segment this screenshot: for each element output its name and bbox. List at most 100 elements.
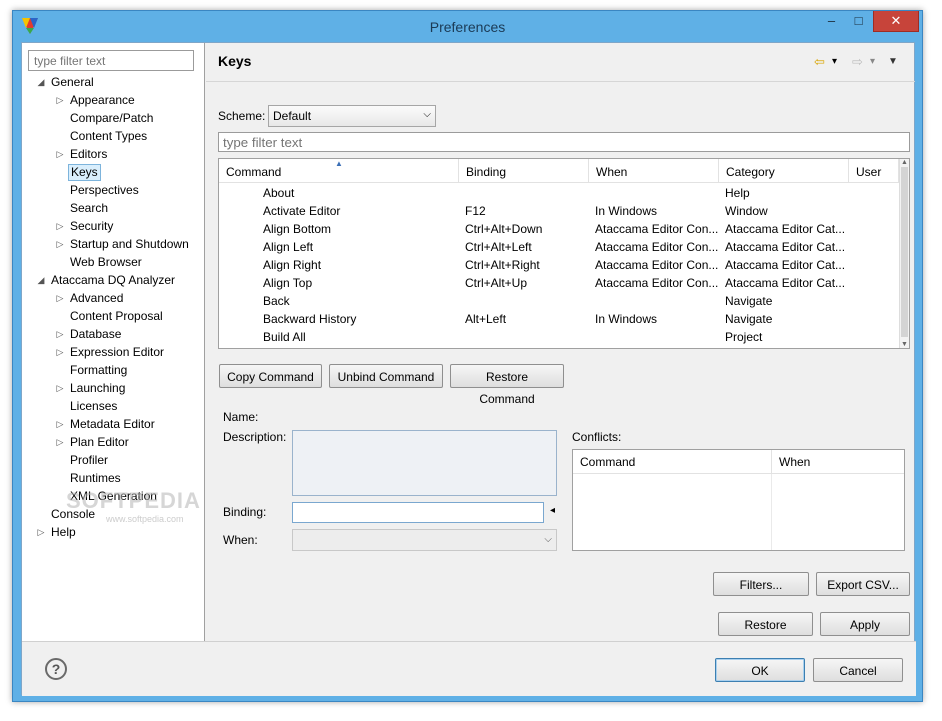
- tree-item-label: Perspectives: [70, 183, 139, 197]
- dialog-client-area: ◢ General ▷ Appearance Compare/Patch Content …: [21, 42, 916, 696]
- tree-item[interactable]: Content Types: [22, 128, 205, 145]
- filters-button[interactable]: Filters...: [713, 572, 809, 596]
- ok-button[interactable]: OK: [715, 658, 805, 682]
- cell-binding: F12: [465, 204, 486, 218]
- expand-toggle-icon[interactable]: ▷: [55, 92, 65, 109]
- tree-item[interactable]: Content Proposal: [22, 308, 205, 325]
- apply-button[interactable]: Apply: [820, 612, 910, 636]
- tree-item[interactable]: Search: [22, 200, 205, 217]
- scroll-thumb[interactable]: [901, 167, 908, 337]
- cell-category: Help: [725, 186, 750, 200]
- table-row[interactable]: Build All Project: [219, 328, 899, 346]
- conflicts-table[interactable]: Command When: [572, 449, 905, 551]
- cell-category: Navigate: [725, 312, 773, 326]
- table-row[interactable]: Align Bottom Ctrl+Alt+Down Ataccama Editor…: [219, 220, 899, 238]
- tree-item[interactable]: ▷ Launching: [22, 380, 205, 397]
- forward-menu-icon[interactable]: ▾: [870, 55, 875, 69]
- tree-item[interactable]: Perspectives: [22, 182, 205, 199]
- column-header-binding[interactable]: Binding: [459, 159, 589, 183]
- tree-item[interactable]: ▷ Security: [22, 218, 205, 235]
- unbind-command-button[interactable]: Unbind Command: [329, 364, 443, 388]
- expand-toggle-icon[interactable]: ▷: [55, 218, 65, 235]
- tree-item[interactable]: ▷ Appearance: [22, 92, 205, 109]
- tree-item[interactable]: ▷ Plan Editor: [22, 434, 205, 451]
- tree-filter-input[interactable]: [28, 50, 194, 71]
- table-row[interactable]: Activate Editor F12 In Windows Window: [219, 202, 899, 220]
- tree-item[interactable]: ▷ Metadata Editor: [22, 416, 205, 433]
- command-filter-input[interactable]: [218, 132, 910, 152]
- restore-command-button[interactable]: Restore Command: [450, 364, 564, 406]
- expand-toggle-icon[interactable]: ▷: [55, 290, 65, 307]
- tree-item[interactable]: Compare/Patch: [22, 110, 205, 127]
- tree-item-label: Keys: [68, 164, 101, 181]
- table-row[interactable]: Align Left Ctrl+Alt+Left Ataccama Editor C…: [219, 238, 899, 256]
- expand-toggle-icon[interactable]: ▷: [55, 146, 65, 163]
- tree-item[interactable]: ▷ Database: [22, 326, 205, 343]
- table-row[interactable]: Align Top Ctrl+Alt+Up Ataccama Editor Con.…: [219, 274, 899, 292]
- back-menu-icon[interactable]: ▾: [832, 55, 837, 69]
- tree-item[interactable]: ▷ Help: [22, 524, 205, 541]
- cell-binding: Ctrl+Alt+Down: [465, 222, 543, 236]
- binding-input[interactable]: [292, 502, 544, 523]
- view-menu-icon[interactable]: ▼: [888, 55, 898, 69]
- minimize-button[interactable]: –: [818, 11, 845, 32]
- tree-item[interactable]: Web Browser: [22, 254, 205, 271]
- expand-toggle-icon[interactable]: ◢: [36, 74, 46, 91]
- tree-item-label: Compare/Patch: [70, 111, 154, 125]
- table-row[interactable]: About Help: [219, 184, 899, 202]
- expand-toggle-icon[interactable]: ▷: [55, 344, 65, 361]
- tree-item[interactable]: ◢ General: [22, 74, 205, 91]
- copy-command-button[interactable]: Copy Command: [219, 364, 322, 388]
- expand-toggle-icon[interactable]: ▷: [55, 236, 65, 253]
- scroll-up-icon[interactable]: ▲: [900, 159, 909, 166]
- expand-toggle-icon[interactable]: ▷: [55, 380, 65, 397]
- cancel-button[interactable]: Cancel: [813, 658, 903, 682]
- column-header-category[interactable]: Category: [719, 159, 849, 183]
- conflicts-column-command[interactable]: Command: [573, 450, 772, 474]
- table-scrollbar[interactable]: ▲ ▼: [899, 159, 909, 348]
- scroll-down-icon[interactable]: ▼: [900, 341, 909, 348]
- cell-category: Ataccama Editor Cat...: [725, 240, 846, 254]
- restore-defaults-button[interactable]: Restore Defaults: [718, 612, 813, 654]
- column-header-user[interactable]: User: [849, 159, 899, 183]
- table-row[interactable]: Backward History Alt+Left In Windows Naviga…: [219, 310, 899, 328]
- tree-item[interactable]: ▷ Advanced: [22, 290, 205, 307]
- expand-toggle-icon[interactable]: ▷: [55, 416, 65, 433]
- tree-item[interactable]: ▷ Startup and Shutdown: [22, 236, 205, 253]
- tree-item-label: Editors: [70, 147, 108, 161]
- tree-item[interactable]: ▷ Expression Editor: [22, 344, 205, 361]
- column-header-when[interactable]: When: [589, 159, 719, 183]
- tree-item-label: Database: [70, 327, 122, 341]
- key-bindings-table[interactable]: Command Binding When Category User ▲ About Hel…: [218, 158, 910, 349]
- when-select[interactable]: ⌵: [292, 529, 557, 551]
- watermark: SOFTPEDIA: [66, 488, 201, 513]
- binding-menu-icon[interactable]: ◂: [550, 505, 555, 516]
- cell-binding: Ctrl+Alt+Left: [465, 240, 532, 254]
- expand-toggle-icon[interactable]: ▷: [55, 326, 65, 343]
- title-bar[interactable]: Preferences – □ ✕: [13, 11, 922, 43]
- back-arrow-icon[interactable]: ⇦: [814, 55, 825, 69]
- tree-item[interactable]: Keys: [22, 164, 205, 181]
- title-separator: [206, 81, 915, 82]
- table-row[interactable]: Back Navigate: [219, 292, 899, 310]
- expand-toggle-icon[interactable]: ▷: [36, 524, 46, 541]
- close-button[interactable]: ✕: [873, 11, 919, 32]
- export-csv-button[interactable]: Export CSV...: [816, 572, 910, 596]
- help-icon[interactable]: ?: [45, 658, 67, 680]
- forward-arrow-icon[interactable]: ⇨: [852, 55, 863, 69]
- cell-command: Build All: [263, 330, 306, 344]
- table-header: Command Binding When Category User ▲: [219, 159, 899, 183]
- tree-item[interactable]: Profiler: [22, 452, 205, 469]
- expand-toggle-icon[interactable]: ◢: [36, 272, 46, 289]
- tree-item[interactable]: Licenses: [22, 398, 205, 415]
- cell-command: About: [263, 186, 295, 200]
- maximize-button[interactable]: □: [845, 11, 872, 32]
- tree-item[interactable]: Runtimes: [22, 470, 205, 487]
- tree-item[interactable]: Formatting: [22, 362, 205, 379]
- table-row[interactable]: Align Right Ctrl+Alt+Right Ataccama Editor…: [219, 256, 899, 274]
- expand-toggle-icon[interactable]: ▷: [55, 434, 65, 451]
- tree-item[interactable]: ◢ Ataccama DQ Analyzer: [22, 272, 205, 289]
- scheme-select[interactable]: Default ⌵: [268, 105, 436, 127]
- conflicts-column-when[interactable]: When: [772, 450, 904, 474]
- tree-item[interactable]: ▷ Editors: [22, 146, 205, 163]
